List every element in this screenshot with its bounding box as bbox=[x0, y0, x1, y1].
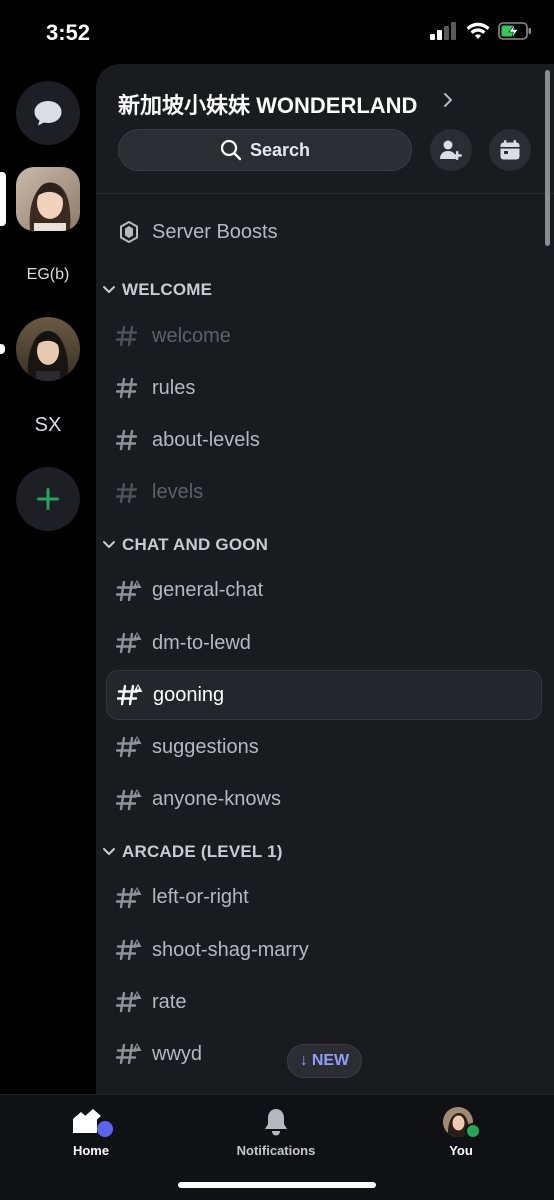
nav-notifications[interactable]: Notifications bbox=[206, 1107, 346, 1158]
channel-hash-icon bbox=[106, 324, 152, 348]
nav-you-label: You bbox=[449, 1143, 473, 1158]
online-status-indicator bbox=[465, 1123, 481, 1139]
channel-panel: 新加坡小妹妹 WONDERLAND Search Server Boosts ↓… bbox=[96, 64, 554, 1094]
nav-notifications-label: Notifications bbox=[236, 1143, 316, 1158]
server-boosts-label: Server Boosts bbox=[152, 220, 278, 243]
server-rail: EG(b) SX bbox=[0, 64, 96, 1094]
wifi-icon bbox=[466, 22, 490, 39]
channel-item-rate[interactable]: rate bbox=[106, 977, 542, 1027]
server-boosts-item[interactable]: Server Boosts bbox=[106, 207, 542, 257]
server-avatar-2[interactable] bbox=[16, 317, 80, 381]
status-bar: 3:52 bbox=[0, 0, 554, 64]
calendar-icon bbox=[500, 140, 520, 160]
invite-members-button[interactable] bbox=[430, 129, 472, 171]
events-button[interactable] bbox=[489, 129, 531, 171]
channel-item-suggestions[interactable]: suggestions bbox=[106, 722, 542, 772]
server-avatar-2-image bbox=[16, 317, 80, 381]
channel-item-left-or-right[interactable]: left-or-right bbox=[106, 873, 542, 923]
channel-name: gooning bbox=[153, 683, 225, 706]
home-badge bbox=[97, 1121, 113, 1137]
channel-hash-icon bbox=[106, 481, 152, 505]
channel-item-shoot-shag-marry[interactable]: shoot-shag-marry bbox=[106, 925, 542, 975]
channel-name: shoot-shag-marry bbox=[152, 938, 309, 961]
locked-channel-hash-icon bbox=[106, 1042, 152, 1066]
header-divider bbox=[96, 193, 554, 194]
channel-name: general-chat bbox=[152, 579, 264, 602]
category-header[interactable]: ARCADE (LEVEL 1) bbox=[102, 837, 283, 867]
unread-indicator bbox=[0, 344, 5, 354]
plus-icon bbox=[37, 488, 59, 510]
search-label: Search bbox=[249, 139, 311, 160]
status-time: 3:52 bbox=[46, 20, 91, 45]
chevron-down-icon bbox=[103, 540, 115, 548]
server-name[interactable]: 新加坡小妹妹 WONDERLAND bbox=[118, 88, 417, 120]
channel-item-about-levels[interactable]: about-levels bbox=[106, 415, 542, 465]
nav-home[interactable]: Home bbox=[21, 1107, 161, 1158]
channel-name: left-or-right bbox=[152, 886, 249, 909]
channel-item-anyone-knows[interactable]: anyone-knows bbox=[106, 775, 542, 825]
server-avatar-1-image bbox=[16, 167, 80, 231]
locked-channel-hash-icon bbox=[106, 788, 152, 812]
locked-channel-hash-icon bbox=[106, 579, 152, 603]
status-icons bbox=[430, 22, 532, 40]
category-label: CHAT AND GOON bbox=[122, 534, 269, 554]
channel-hash-icon bbox=[106, 376, 152, 400]
boost-gem-icon bbox=[120, 221, 138, 243]
chat-bubble-icon bbox=[34, 101, 62, 126]
search-button[interactable]: Search bbox=[118, 129, 412, 171]
category-header[interactable]: WELCOME bbox=[102, 275, 212, 305]
channel-name: anyone-knows bbox=[152, 788, 281, 811]
chevron-down-icon bbox=[103, 847, 115, 855]
channel-item-gooning[interactable]: gooning bbox=[106, 670, 542, 721]
channel-item-dm-to-lewd[interactable]: dm-to-lewd bbox=[106, 618, 542, 668]
home-indicator bbox=[178, 1182, 376, 1188]
chevron-right-icon[interactable] bbox=[442, 92, 454, 108]
cellular-signal-icon bbox=[430, 22, 456, 40]
channel-name: rate bbox=[152, 990, 187, 1013]
add-server-button[interactable] bbox=[16, 467, 80, 531]
category-header[interactable]: CHAT AND GOON bbox=[102, 530, 268, 560]
channel-item-general-chat[interactable]: general-chat bbox=[106, 566, 542, 616]
category-label: WELCOME bbox=[122, 280, 213, 299]
locked-channel-hash-icon bbox=[106, 938, 152, 962]
channel-name: wwyd bbox=[152, 1042, 203, 1065]
bell-icon bbox=[265, 1109, 287, 1136]
locked-channel-hash-icon bbox=[106, 631, 152, 655]
server-avatar-1[interactable] bbox=[16, 167, 80, 231]
battery-charging-icon bbox=[498, 22, 531, 40]
channel-name: welcome bbox=[152, 324, 231, 347]
add-user-icon bbox=[440, 140, 462, 160]
selected-server-indicator bbox=[0, 172, 6, 226]
channel-hash-icon bbox=[106, 428, 152, 452]
channel-name: levels bbox=[152, 481, 204, 504]
locked-channel-hash-icon bbox=[106, 886, 152, 910]
search-icon bbox=[220, 139, 242, 161]
channel-name: about-levels bbox=[152, 428, 260, 451]
scrollbar[interactable] bbox=[545, 70, 550, 246]
server-EG-b[interactable]: EG(b) bbox=[0, 266, 96, 284]
chevron-down-icon bbox=[103, 286, 115, 293]
direct-messages-button[interactable] bbox=[16, 81, 80, 145]
channel-item-levels[interactable]: levels bbox=[106, 468, 542, 518]
category-label: ARCADE (LEVEL 1) bbox=[122, 841, 283, 861]
channel-item-wwyd[interactable]: wwyd bbox=[106, 1029, 542, 1079]
locked-channel-hash-icon bbox=[106, 735, 152, 759]
server-SX[interactable]: SX bbox=[0, 414, 96, 437]
locked-channel-hash-icon bbox=[106, 990, 152, 1014]
channel-item-welcome[interactable]: welcome bbox=[106, 311, 542, 361]
locked-channel-hash-icon bbox=[107, 683, 153, 707]
channel-name: rules bbox=[152, 376, 196, 399]
channel-name: dm-to-lewd bbox=[152, 631, 251, 654]
channel-name: suggestions bbox=[152, 735, 259, 758]
channel-item-rules[interactable]: rules bbox=[106, 363, 542, 413]
nav-home-label: Home bbox=[72, 1143, 110, 1158]
nav-you[interactable]: You bbox=[391, 1107, 531, 1158]
